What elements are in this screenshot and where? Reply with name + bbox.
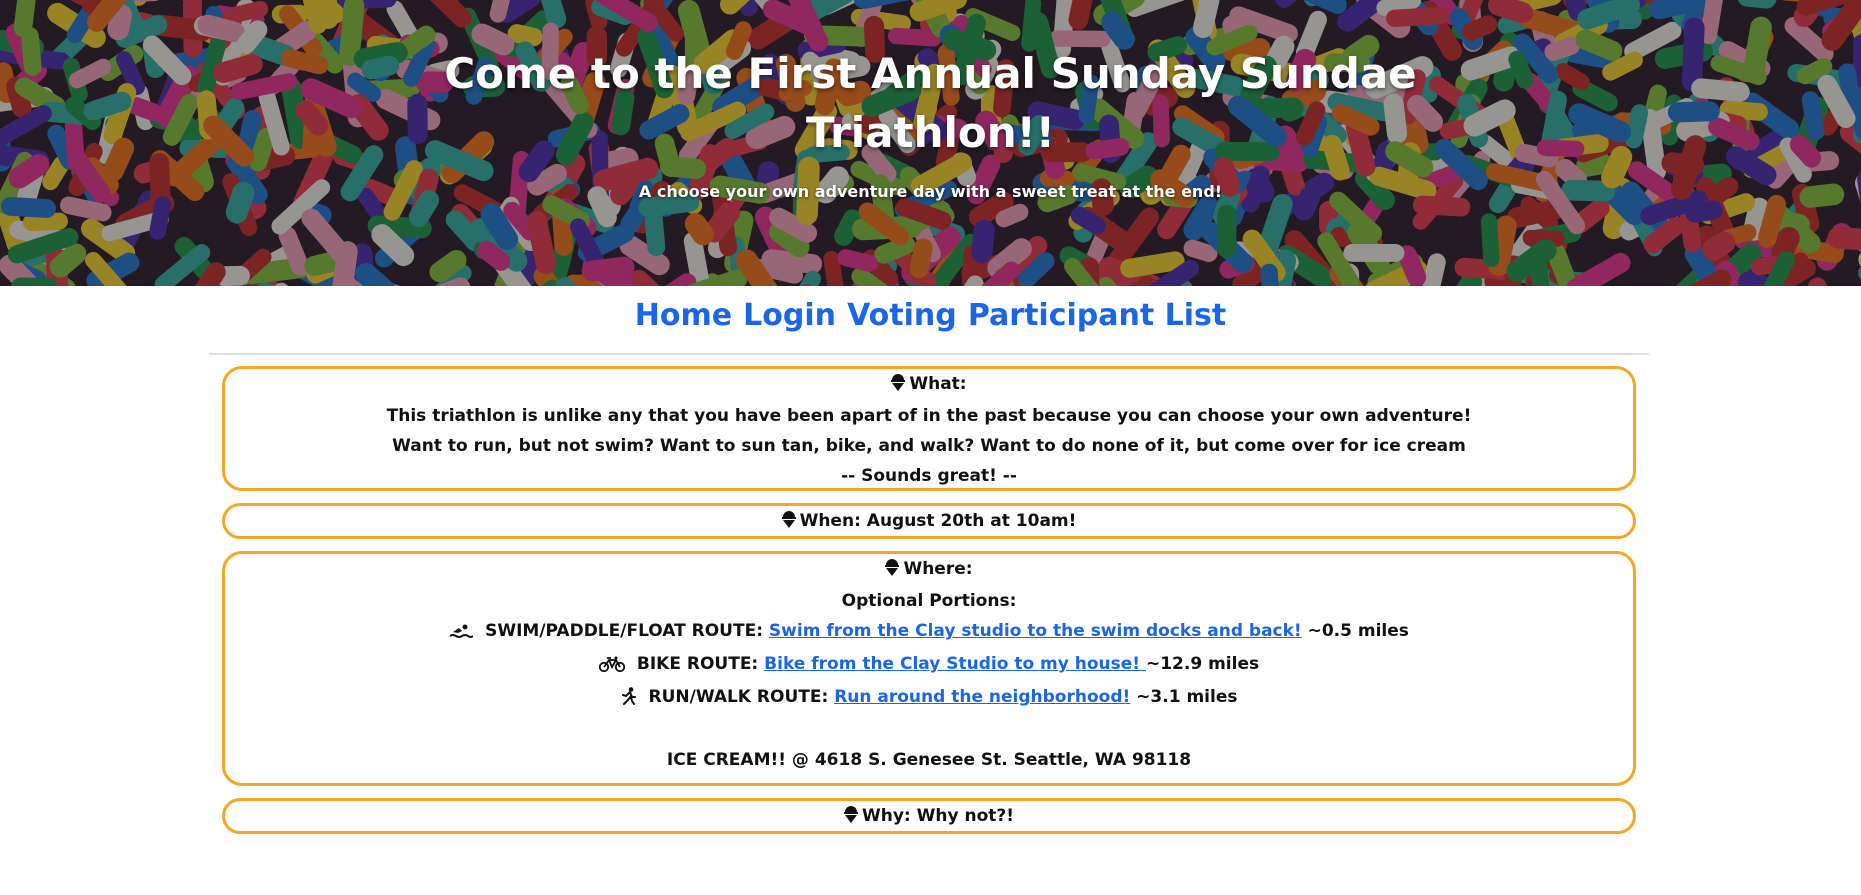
page-title: Come to the First Annual Sunday Sundae T… <box>444 49 1417 157</box>
main-nav: Home Login Voting Participant List <box>0 298 1861 336</box>
swim-route-distance: ~0.5 miles <box>1307 621 1409 641</box>
when-card: When: August 20th at 10am! <box>222 503 1636 539</box>
where-spacer <box>235 715 1623 745</box>
run-route-distance: ~3.1 miles <box>1136 687 1238 707</box>
where-heading-row: Where: <box>235 554 1623 586</box>
route-row-bike: BIKE ROUTE: Bike from the Clay Studio to… <box>235 649 1623 682</box>
what-line-3: -- Sounds great! -- <box>841 466 1017 486</box>
nav-participant-list-link[interactable]: Participant List <box>968 298 1226 333</box>
run-route-label: RUN/WALK ROUTE: <box>648 687 829 707</box>
hero-banner: Come to the First Annual Sunday Sundae T… <box>0 0 1861 286</box>
swim-route-label: SWIM/PADDLE/FLOAT ROUTE: <box>485 621 763 641</box>
page-subtitle: A choose your own adventure day with a s… <box>638 182 1223 201</box>
what-heading-row: What: <box>235 369 1623 401</box>
bicycle-icon <box>598 652 625 682</box>
nav-home-link[interactable]: Home <box>635 298 732 333</box>
hero-text: Come to the First Annual Sunday Sundae T… <box>0 0 1861 201</box>
what-card: What: This triathlon is unlike any that … <box>222 366 1636 491</box>
ice-cream-cone-icon <box>891 371 906 401</box>
why-card: Why: Why not?! <box>222 798 1636 834</box>
where-heading: Where: <box>903 559 973 579</box>
nav-login-link[interactable]: Login <box>743 298 836 333</box>
bike-route-label: BIKE ROUTE: <box>636 654 759 674</box>
route-row-swim: SWIM/PADDLE/FLOAT ROUTE: Swim from the C… <box>235 616 1623 649</box>
bike-route-distance: ~12.9 miles <box>1145 654 1260 674</box>
nav-divider <box>209 353 1649 355</box>
where-card: Where: Optional Portions: SWIM/PADDLE/FL… <box>222 551 1636 786</box>
what-line-1: This triathlon is unlike any that you ha… <box>386 406 1472 426</box>
what-line-2: Want to run, but not swim? Want to sun t… <box>392 436 1466 456</box>
event-details: What: This triathlon is unlike any that … <box>222 366 1636 834</box>
why-text: Why: Why not?! <box>861 806 1015 826</box>
bike-route-link[interactable]: Bike from the Clay Studio to my house! <box>764 654 1146 674</box>
nav-voting-link[interactable]: Voting <box>847 298 957 333</box>
when-text: When: August 20th at 10am! <box>799 511 1077 531</box>
ice-cream-cone-icon <box>885 556 900 586</box>
swim-route-link[interactable]: Swim from the Clay studio to the swim do… <box>769 621 1302 641</box>
ice-cream-cone-icon <box>843 803 858 833</box>
optional-portions-label: Optional Portions: <box>841 591 1017 611</box>
ice-cream-address: ICE CREAM!! @ 4618 S. Genesee St. Seattl… <box>666 750 1192 770</box>
ice-cream-cone-icon <box>781 508 796 538</box>
runner-icon <box>621 685 637 715</box>
swimmer-icon <box>449 619 474 649</box>
route-row-run: RUN/WALK ROUTE: Run around the neighborh… <box>235 682 1623 715</box>
run-route-link[interactable]: Run around the neighborhood! <box>834 687 1130 707</box>
what-heading: What: <box>909 374 967 394</box>
